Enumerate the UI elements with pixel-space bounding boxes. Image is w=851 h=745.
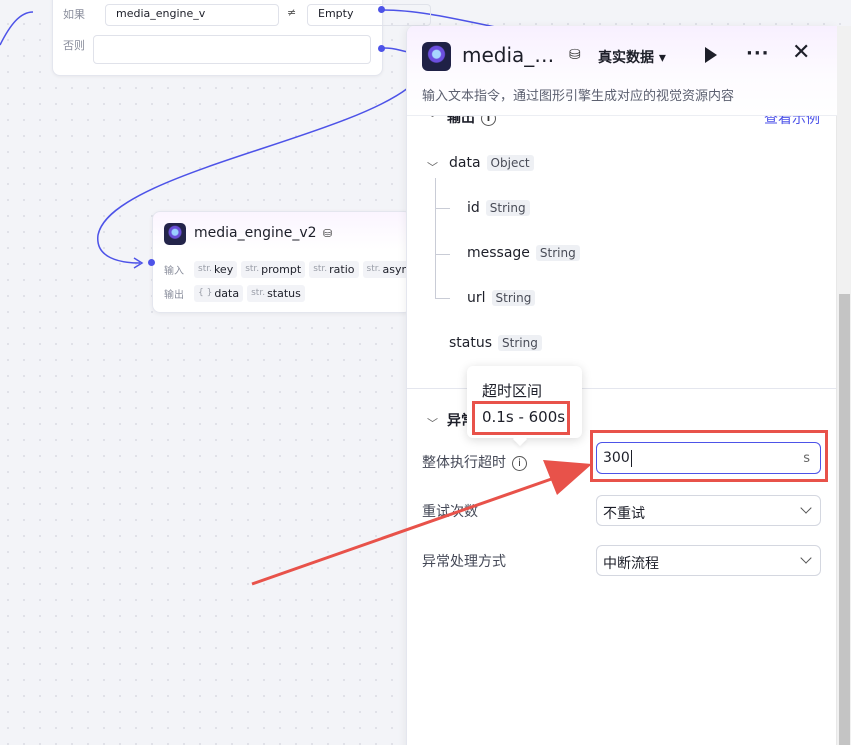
data-mode-dropdown[interactable]: 真实数据 ▾ [598,47,666,67]
outputs-label: 输出 [164,289,184,301]
panel-title[interactable]: media_… [462,43,554,67]
media-engine-node[interactable]: media_engine_v2 ⛁ 输入 str. key str. prompt … [152,211,412,313]
input-chip: str. prompt [241,260,306,278]
chevron-down-icon [800,502,812,514]
node-title: media_engine_v2 [194,225,317,241]
timeout-range-tooltip: 超时区间 0.1s - 600s [467,366,582,447]
text-cursor [631,450,632,467]
timeout-value[interactable]: 300 [603,450,630,466]
condition-node[interactable]: 如果 media_engine_v ≠ Empty 否则 [52,0,431,76]
input-chip: str. ratio [309,260,359,278]
tree-node-id: id String [467,200,530,216]
if-output-port[interactable] [378,6,385,13]
handling-value: 中断流程 [603,556,659,572]
input-chip: str. key [194,260,238,278]
timeout-unit: s [803,451,810,466]
tree-connector [435,298,450,299]
else-field[interactable] [93,35,371,64]
node-outputs-row: 输出 { } data str. status [164,284,309,302]
media-engine-logo-icon [164,223,186,245]
panel-header: media_… ⛁ 真实数据 ▾ ··· ✕ 输入文本指令，通过图形引擎生成对应… [407,26,837,116]
tooltip-range: 0.1s - 600s [482,408,566,426]
media-engine-logo-icon [422,42,451,71]
timeout-label: 整体执行超时 i [422,452,527,472]
condition-variable[interactable]: media_engine_v [105,4,279,26]
tree-node-status: status String [449,335,542,351]
timeout-input[interactable]: 300 s [596,442,821,474]
chevron-down-icon [800,552,812,564]
tree-connector [435,178,436,298]
condition-operator: ≠ [287,6,297,19]
inputs-label: 输入 [164,265,184,277]
tooltip-title: 超时区间 [482,382,543,400]
else-label: 否则 [63,39,85,52]
run-play-icon[interactable] [705,47,717,63]
else-output-port[interactable] [378,45,385,52]
more-options-icon[interactable]: ··· [746,43,770,64]
condition-if-row: 如果 media_engine_v ≠ Empty [63,4,431,26]
handling-select[interactable]: 中断流程 [596,545,821,576]
info-icon[interactable]: i [512,455,527,471]
chevron-down-icon[interactable]: ﹀ [427,415,438,431]
condition-value[interactable]: Empty [307,4,431,26]
if-label: 如果 [63,8,85,21]
tree-node-url: url String [467,290,536,306]
chevron-down-icon[interactable]: ﹀ [427,159,438,175]
output-chip: { } data [194,284,244,302]
database-icon[interactable]: ⛁ [569,47,581,63]
input-chip: str. asyn [362,260,411,278]
node-input-port[interactable] [148,259,155,266]
database-icon: ⛁ [323,227,333,240]
panel-description: 输入文本指令，通过图形引擎生成对应的视觉资源内容 [422,89,735,104]
close-icon[interactable]: ✕ [792,42,810,64]
tree-connector [435,254,450,255]
panel-scrollbar[interactable] [836,26,851,745]
retry-label: 重试次数 [422,504,478,520]
scrollbar-thumb[interactable] [839,294,850,745]
node-inputs-row: 输入 str. key str. prompt str. ratio str. asyn [164,260,411,278]
output-chip: str. status [247,284,305,302]
retry-select[interactable]: 不重试 [596,495,821,526]
handling-label: 异常处理方式 [422,554,506,570]
tree-node-message: message String [467,245,580,261]
tree-connector [435,208,450,209]
retry-value: 不重试 [603,506,645,522]
tree-node-data: data Object [449,155,534,171]
